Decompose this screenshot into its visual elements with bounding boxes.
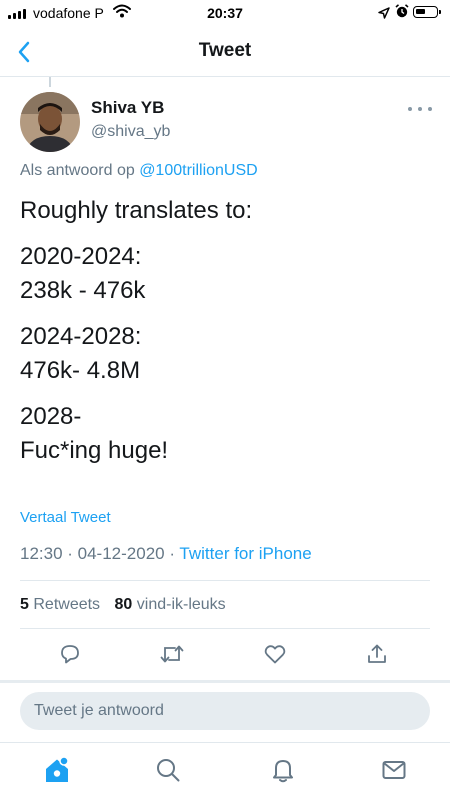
tweet-source-link[interactable]: Twitter for iPhone [179, 544, 311, 563]
tweet-paragraph: 2020-2024: 238k - 476k [20, 240, 430, 308]
avatar[interactable] [20, 92, 80, 152]
tweet-line: Roughly translates to: [20, 197, 253, 224]
tweet-stats: 5 Retweets 80 vind-ik-leuks [20, 596, 226, 614]
retweets-stat[interactable]: 5 Retweets [20, 596, 100, 613]
notifications-icon [273, 760, 293, 783]
nav-bar: Tweet [0, 28, 450, 77]
author-display-name[interactable]: Shiva YB [91, 98, 164, 118]
reply-to-user-link[interactable]: @100trillionUSD [139, 162, 258, 179]
reply-button[interactable] [56, 640, 84, 668]
likes-label: vind-ik-leuks [136, 596, 226, 613]
more-dot [408, 107, 412, 111]
tab-home[interactable] [42, 755, 72, 785]
tweet-line: 2024-2028: [20, 323, 142, 350]
tweet-line: 238k - 476k [20, 277, 146, 304]
more-dot [428, 107, 432, 111]
more-dot [418, 107, 422, 111]
section-separator [0, 680, 450, 683]
like-button[interactable] [261, 640, 289, 668]
divider [20, 628, 430, 629]
retweets-count: 5 [20, 596, 29, 613]
share-button[interactable] [363, 640, 391, 668]
share-icon [368, 644, 386, 663]
tweet-text: Roughly translates to: 2020-2024: 238k - … [20, 194, 430, 480]
tweet-line: 2028- [20, 403, 82, 430]
reply-icon [61, 645, 79, 664]
battery-icon [413, 6, 441, 18]
tab-bar [0, 742, 450, 801]
tweet-paragraph: 2024-2028: 476k- 4.8M [20, 320, 430, 388]
likes-count: 80 [114, 596, 133, 613]
messages-icon [382, 761, 406, 779]
reply-input[interactable] [20, 692, 430, 730]
page-title: Tweet [198, 40, 252, 61]
home-icon [46, 756, 69, 782]
search-icon [157, 759, 180, 782]
tab-notifications[interactable] [268, 755, 298, 785]
more-options-button[interactable] [408, 101, 432, 117]
tweet-line: 476k- 4.8M [20, 357, 141, 384]
tweet-timestamp: 12:30 · 04-12-2020 · [20, 544, 175, 563]
location-icon [378, 6, 390, 24]
tab-messages[interactable] [379, 755, 409, 785]
divider [20, 580, 430, 581]
reply-context: Als antwoord op @100trillionUSD [20, 162, 258, 180]
tweet-paragraph: Roughly translates to: [20, 194, 430, 228]
alarm-icon [395, 4, 409, 24]
author-handle[interactable]: @shiva_yb [91, 123, 170, 141]
like-icon [264, 645, 286, 664]
reply-context-prefix: Als antwoord op [20, 162, 135, 179]
tweet-metadata: 12:30 · 04-12-2020 · Twitter for iPhone [20, 544, 312, 564]
tweet-line: Fuc*ing huge! [20, 437, 169, 464]
likes-stat[interactable]: 80 vind-ik-leuks [115, 596, 226, 613]
retweet-icon [160, 645, 184, 663]
tweet-actions [0, 636, 450, 672]
tab-search[interactable] [153, 755, 183, 785]
translate-tweet-link[interactable]: Vertaal Tweet [20, 509, 111, 526]
tweet-paragraph: 2028- Fuc*ing huge! [20, 400, 430, 468]
retweet-button[interactable] [158, 640, 186, 668]
thread-connector-line [49, 77, 51, 87]
status-bar: vodafone P 20:37 [0, 0, 450, 28]
tweet-line: 2020-2024: [20, 243, 142, 270]
retweets-label: Retweets [33, 596, 101, 613]
